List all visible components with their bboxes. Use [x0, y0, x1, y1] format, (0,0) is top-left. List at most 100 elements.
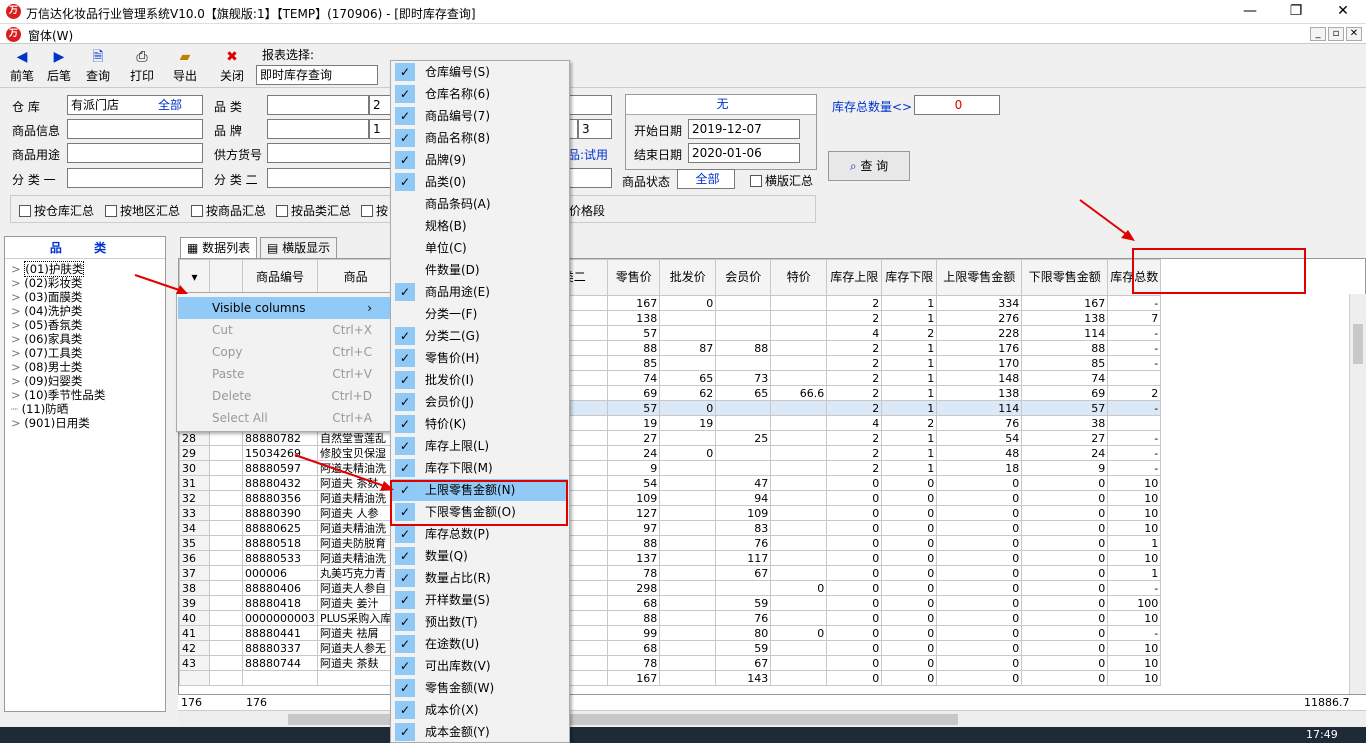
column-toggle-item[interactable]: ✓ 商品用途(E) [392, 281, 568, 303]
column-toggle-item[interactable]: 单位(C) [392, 237, 568, 259]
context-menu-item[interactable]: Cut Ctrl+X [178, 319, 390, 341]
tab-data-list[interactable]: ▦ 数据列表 [180, 237, 258, 258]
column-toggle-item[interactable]: ✓ 品类(0) [392, 171, 568, 193]
supplier-field[interactable] [267, 143, 393, 163]
status-field[interactable]: 全部 [677, 169, 735, 189]
column-toggle-item[interactable]: 件数量(D) [392, 259, 568, 281]
menu-window[interactable]: 窗体(W) [28, 27, 73, 44]
product-use-field[interactable] [67, 143, 203, 163]
column-header[interactable]: 库存下限 [881, 259, 938, 296]
horizontal-summary-checkbox[interactable]: 横版汇总 [750, 172, 813, 189]
extra-code-field[interactable]: 3 [578, 119, 612, 139]
column-toggle-item[interactable]: ✓ 库存下限(M) [392, 457, 568, 479]
scroll-thumb[interactable] [288, 714, 958, 725]
column-toggle-item[interactable]: ✓ 可出库数(V) [392, 655, 568, 677]
expand-icon[interactable]: > [11, 290, 24, 304]
mdi-restore-button[interactable]: ▫ [1328, 27, 1344, 41]
group-by-warehouse[interactable]: 按仓库汇总 [19, 202, 94, 219]
expand-icon[interactable]: > [11, 332, 24, 346]
tree-item[interactable]: > (04)洗护类 [5, 304, 165, 318]
table-row[interactable]: 3388880390阿道夫 人参)护肤类(A用途)A用途127109000010 [179, 505, 1162, 521]
expand-icon[interactable]: > [11, 346, 24, 360]
tab-horizontal[interactable]: ▤ 横版显示 [260, 237, 338, 258]
next-record-button[interactable]: ▶ 后笔 [41, 46, 77, 86]
table-row[interactable]: 4288880337阿道夫人参无)护肤类(A用途)A用途6859000010 [179, 640, 1162, 656]
column-header[interactable]: 会员价 [715, 259, 772, 296]
print-button[interactable]: ⎙ 打印 [124, 46, 160, 86]
report-select-field[interactable]: 即时库存查询 [256, 65, 378, 85]
column-header[interactable]: 商品编号 [242, 259, 318, 296]
export-button[interactable]: ▰ 导出 [167, 46, 203, 86]
table-row[interactable]: 400000000003PLUS采购入库)护肤类(A用途)A用途88760000… [179, 610, 1162, 626]
table-row[interactable]: 37000006丸美巧克力青)护肤类786700001 [179, 565, 1162, 581]
column-toggle-item[interactable]: ✓ 仓库编号(S) [392, 61, 568, 83]
column-toggle-item[interactable]: 规格(B) [392, 215, 568, 237]
maximize-button[interactable]: ❐ [1273, 0, 1319, 24]
prev-record-button[interactable]: ◀ 前笔 [4, 46, 40, 86]
context-menu-item[interactable]: Paste Ctrl+V [178, 363, 390, 385]
column-toggle-item[interactable]: ✓ 仓库名称(6) [392, 83, 568, 105]
tree-item[interactable]: > (901)日用类 [5, 416, 165, 430]
column-toggle-item[interactable]: ✓ 库存上限(L) [392, 435, 568, 457]
tree-item[interactable]: > (06)家具类 [5, 332, 165, 346]
column-toggle-item[interactable]: ✓ 数量(Q) [392, 545, 568, 567]
context-menu-item[interactable]: Select All Ctrl+A [178, 407, 390, 429]
tree-item[interactable]: ┈ (11)防晒 [5, 402, 165, 416]
column-header[interactable]: 批发价 [659, 259, 717, 296]
group-by-other[interactable]: 按 [361, 202, 388, 219]
column-toggle-item[interactable]: ✓ 品牌(9) [392, 149, 568, 171]
expand-icon[interactable]: > [11, 388, 24, 402]
column-toggle-item[interactable]: ✓ 分类二(G) [392, 325, 568, 347]
table-row[interactable]: 3688880533阿道夫精油洗)护肤类(A用途)A用途137117000010 [179, 550, 1162, 566]
hidden-field-1[interactable] [568, 95, 612, 115]
table-row[interactable]: )护肤类(A用途)A用途167143000010 [179, 670, 1162, 686]
close-window-button[interactable]: ✕ [1320, 0, 1366, 24]
tree-item[interactable]: > (07)工具类 [5, 346, 165, 360]
column-toggle-item[interactable]: ✓ 批发价(I) [392, 369, 568, 391]
column-header[interactable]: 库存上限 [826, 259, 883, 296]
column-toggle-item[interactable]: ✓ 预出数(T) [392, 611, 568, 633]
product-info-field[interactable] [67, 119, 203, 139]
expand-icon[interactable]: > [11, 304, 24, 318]
expand-icon[interactable]: > [11, 276, 24, 290]
table-row[interactable]: 2888880782自然堂雪莲乱)护肤类(A用途)A用途2725215427- [179, 430, 1162, 446]
column-toggle-item[interactable]: ✓ 数量占比(R) [392, 567, 568, 589]
hidden-field-3[interactable] [568, 168, 612, 188]
expand-icon[interactable]: > [11, 416, 24, 430]
column-toggle-item[interactable]: 分类一(F) [392, 303, 568, 325]
context-menu-item[interactable]: Delete Ctrl+D [178, 385, 390, 407]
table-row[interactable]: 3588880518阿道夫防脱育)护肤类(A用途)A用途887600001 [179, 535, 1162, 551]
column-toggle-item[interactable]: ✓ 库存总数(P) [392, 523, 568, 545]
query-button[interactable]: 🗎 查询 [80, 46, 116, 86]
expand-icon[interactable]: > [11, 318, 24, 332]
column-toggle-item[interactable]: ✓ 成本价(X) [392, 699, 568, 721]
tree-item[interactable]: > (08)男士类 [5, 360, 165, 374]
group-by-product[interactable]: 按商品汇总 [191, 202, 266, 219]
close-button[interactable]: ✖ 关闭 [214, 46, 250, 86]
table-row[interactable]: 4188880441阿道夫 祛屑)护肤类(A用途)A用途998000000- [179, 625, 1162, 641]
category-field[interactable] [267, 95, 369, 115]
warehouse-field[interactable]: 有派门店 全部 [67, 95, 203, 115]
table-row[interactable]: 3488880625阿道夫精油洗)护肤类(A用途)A用途9783000010 [179, 520, 1162, 536]
column-header[interactable]: 下限零售金额 [1021, 259, 1109, 296]
group-by-category[interactable]: 按品类汇总 [276, 202, 351, 219]
minimize-button[interactable]: — [1227, 0, 1273, 24]
mdi-minimize-button[interactable]: _ [1310, 27, 1326, 41]
table-row[interactable]: 3988880418阿道夫 姜汁)护肤类(A用途)A用途68590000100 [179, 595, 1162, 611]
expand-icon[interactable]: > [11, 360, 24, 374]
context-menu-item[interactable]: Visible columns › [178, 297, 390, 319]
expand-icon[interactable]: > [11, 262, 24, 276]
expand-icon[interactable]: > [11, 374, 24, 388]
warehouse-all[interactable]: 全部 [158, 96, 182, 114]
column-toggle-item[interactable]: ✓ 零售价(H) [392, 347, 568, 369]
column-toggle-item[interactable]: 商品条码(A) [392, 193, 568, 215]
end-date-field[interactable]: 2020-01-06 [688, 143, 800, 163]
mdi-close-button[interactable]: ✕ [1346, 27, 1362, 41]
context-menu-item[interactable]: Copy Ctrl+C [178, 341, 390, 363]
table-row[interactable]: 4388880744阿道夫 茶麸)护肤类(A用途)A用途7867000010 [179, 655, 1162, 671]
column-toggle-item[interactable]: ✓ 零售金额(W) [392, 677, 568, 699]
column-toggle-item[interactable]: ✓ 特价(K) [392, 413, 568, 435]
column-header[interactable]: 上限零售金额 [936, 259, 1023, 296]
scroll-thumb[interactable] [1353, 324, 1363, 364]
column-header[interactable] [209, 259, 243, 296]
